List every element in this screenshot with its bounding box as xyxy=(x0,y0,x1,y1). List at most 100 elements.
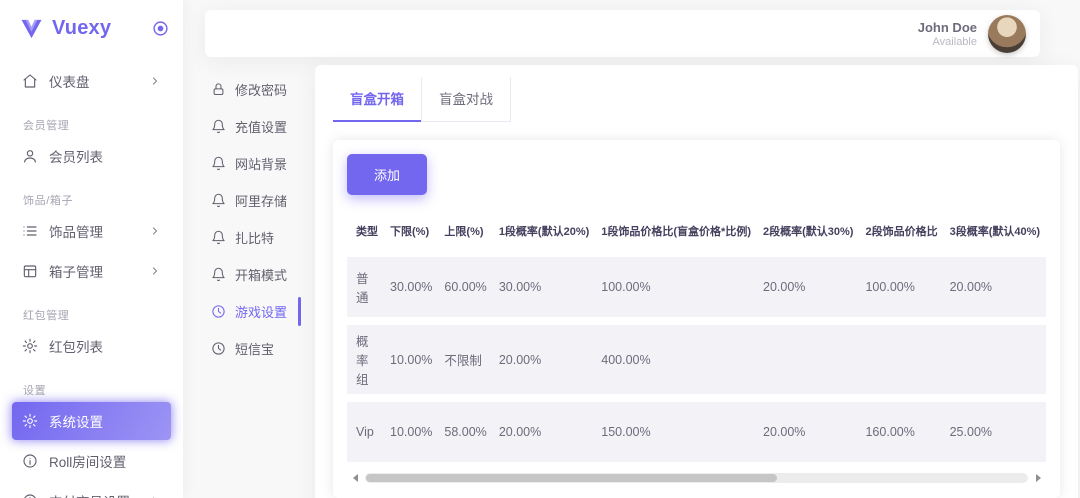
cell-value: 20.00% xyxy=(493,325,595,394)
settings-nav-item-game-settings[interactable]: 游戏设置 xyxy=(211,293,293,330)
scroll-left-icon[interactable] xyxy=(349,472,361,484)
settings-nav-label: 游戏设置 xyxy=(235,302,287,321)
settings-nav-item-ali-storage[interactable]: 阿里存储 xyxy=(211,182,293,219)
main-sidebar: Vuexy 仪表盘 会员管理 会员列表 饰品/箱子 饰品管理 箱子管理 红包管理… xyxy=(0,0,183,498)
cell-type: Vip xyxy=(347,402,384,462)
list-icon xyxy=(22,223,38,239)
settings-nav: 修改密码 充值设置 网站背景 阿里存储 扎比特 开箱模式 xyxy=(205,65,293,367)
clock-icon xyxy=(211,341,226,356)
cell-value: 20.00% xyxy=(757,257,859,317)
cell-value xyxy=(757,325,859,394)
settings-nav-item-open-box-mode[interactable]: 开箱模式 xyxy=(211,256,293,293)
settings-nav-label: 充值设置 xyxy=(235,117,287,136)
settings-nav-item-recharge[interactable]: 充值设置 xyxy=(211,108,293,145)
cell-value: 30.00% xyxy=(384,257,438,317)
sidebar-section-settings: 设置 xyxy=(23,382,183,398)
scroll-right-icon[interactable] xyxy=(1032,472,1044,484)
cell-value: 30.00% xyxy=(493,257,595,317)
clock-icon xyxy=(22,493,38,498)
cell-value: 100.00% xyxy=(859,257,943,317)
settings-nav-label: 开箱模式 xyxy=(235,265,287,284)
sidebar-item-label: 支付商号设置 xyxy=(49,491,130,498)
home-icon xyxy=(22,73,38,89)
settings-nav-item-change-password[interactable]: 修改密码 xyxy=(211,71,293,108)
table-row: 普通 30.00% 60.00% 30.00% 100.00% 20.00% 1… xyxy=(347,257,1046,317)
sidebar-item-label: 红包列表 xyxy=(49,336,103,356)
settings-nav-label: 网站背景 xyxy=(235,154,287,173)
chevron-right-icon xyxy=(149,75,161,87)
bell-icon xyxy=(211,156,226,171)
cell-value: 20.00% xyxy=(757,402,859,462)
col-header-upper-limit: 上限(%) xyxy=(438,213,492,249)
settings-nav-label: 修改密码 xyxy=(235,80,287,99)
cell-value: 60.00% xyxy=(438,257,492,317)
horizontal-scrollbar xyxy=(349,472,1044,484)
table-row: 概率组 10.00% 不限制 20.00% 400.00% xyxy=(347,325,1046,394)
bell-icon xyxy=(211,230,226,245)
sidebar-item-label: 会员列表 xyxy=(49,146,103,166)
cell-value: 10.00% xyxy=(384,325,438,394)
chevron-right-icon xyxy=(149,225,161,237)
sidebar-item-label: 系统设置 xyxy=(49,411,103,431)
tab-blindbox-open[interactable]: 盲盒开箱 xyxy=(333,77,422,121)
settings-nav-label: 短信宝 xyxy=(235,339,274,358)
table-wrap: 类型 下限(%) 上限(%) 1段概率(默认20%) 1段饰品价格比(盲盒价格*… xyxy=(347,205,1046,470)
sidebar-item-system-settings[interactable]: 系统设置 xyxy=(12,402,171,440)
avatar[interactable] xyxy=(988,15,1026,53)
col-header-seg1-price-ratio: 1段饰品价格比(盲盒价格*比例) xyxy=(595,213,757,249)
sidebar-item-label: 饰品管理 xyxy=(49,221,103,241)
col-header-lower-limit: 下限(%) xyxy=(384,213,438,249)
cell-value: 不限制 xyxy=(438,325,492,394)
sidebar-item-payment-settings[interactable]: 支付商号设置 xyxy=(12,482,171,498)
settings-nav-label: 扎比特 xyxy=(235,228,274,247)
content-card: 盲盒开箱 盲盒对战 添加 类型 下限(%) 上限(%) 1段概率(默认20%) xyxy=(315,65,1078,498)
cell-value: 400.00% xyxy=(595,325,757,394)
cell-value: 10.00% xyxy=(384,402,438,462)
scrollbar-thumb[interactable] xyxy=(366,474,777,482)
tab-blindbox-battle[interactable]: 盲盒对战 xyxy=(422,77,511,121)
settings-nav-item-site-background[interactable]: 网站背景 xyxy=(211,145,293,182)
add-button[interactable]: 添加 xyxy=(347,154,427,195)
cell-type: 概率组 xyxy=(347,325,384,394)
sidebar-item-box-mgmt[interactable]: 箱子管理 xyxy=(12,252,171,290)
table-row: Vip 10.00% 58.00% 20.00% 150.00% 20.00% … xyxy=(347,402,1046,462)
bell-icon xyxy=(211,193,226,208)
info-icon xyxy=(22,453,38,469)
user-status: Available xyxy=(918,36,977,48)
cell-value: 58.00% xyxy=(438,402,492,462)
top-header: John Doe Available xyxy=(205,10,1040,57)
cell-value: 20.00% xyxy=(944,257,1046,317)
scrollbar-track[interactable] xyxy=(365,473,1028,483)
sidebar-item-redpacket-list[interactable]: 红包列表 xyxy=(12,327,171,365)
table-panel: 添加 类型 下限(%) 上限(%) 1段概率(默认20%) 1段饰品价格比(盲盒… xyxy=(333,140,1060,498)
sidebar-item-decoration-mgmt[interactable]: 饰品管理 xyxy=(12,212,171,250)
sidebar-section-member: 会员管理 xyxy=(23,117,183,133)
sidebar-item-member-list[interactable]: 会员列表 xyxy=(12,137,171,175)
table-header-row: 类型 下限(%) 上限(%) 1段概率(默认20%) 1段饰品价格比(盲盒价格*… xyxy=(347,213,1046,249)
chevron-right-icon xyxy=(149,265,161,277)
bell-icon xyxy=(211,119,226,134)
cell-value xyxy=(859,325,943,394)
settings-nav-label: 阿里存储 xyxy=(235,191,287,210)
clock-icon xyxy=(211,304,226,319)
cell-value: 100.00% xyxy=(595,257,757,317)
nav-collapse-toggle-icon[interactable] xyxy=(152,20,169,37)
user-icon xyxy=(22,148,38,164)
brand-name[interactable]: Vuexy xyxy=(52,17,143,40)
bell-icon xyxy=(211,267,226,282)
rates-table: 类型 下限(%) 上限(%) 1段概率(默认20%) 1段饰品价格比(盲盒价格*… xyxy=(347,205,1046,470)
cell-value: 25.00% xyxy=(944,402,1046,462)
sidebar-item-dashboard[interactable]: 仪表盘 xyxy=(12,62,171,100)
user-info: John Doe Available xyxy=(918,20,977,48)
settings-nav-item-sms-bao[interactable]: 短信宝 xyxy=(211,330,293,367)
cell-value xyxy=(944,325,1046,394)
sidebar-section-decoration: 饰品/箱子 xyxy=(23,192,183,208)
cell-value: 150.00% xyxy=(595,402,757,462)
sidebar-item-roll-room-settings[interactable]: Roll房间设置 xyxy=(12,442,171,480)
col-header-seg2-prob: 2段概率(默认30%) xyxy=(757,213,859,249)
vuexy-logo-icon[interactable] xyxy=(20,19,43,39)
gear-icon xyxy=(22,338,38,354)
settings-nav-item-zhabite[interactable]: 扎比特 xyxy=(211,219,293,256)
sidebar-item-label: Roll房间设置 xyxy=(49,451,126,471)
cell-type: 普通 xyxy=(347,257,384,317)
